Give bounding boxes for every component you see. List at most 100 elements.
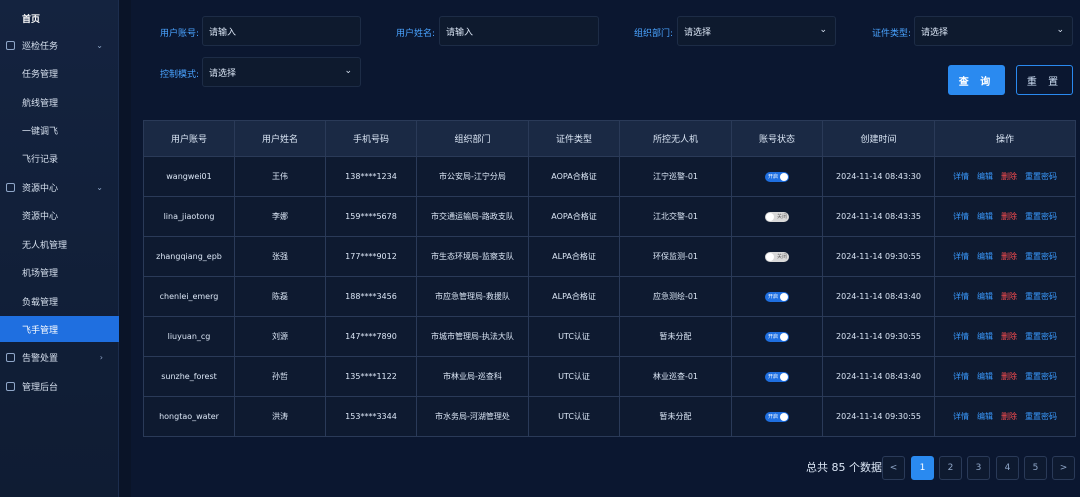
chevron-down-icon: ⌄ [96, 182, 103, 192]
detail-link[interactable]: 详情 [953, 211, 969, 222]
chevron-right-icon: › [99, 352, 103, 362]
chevron-down-icon: ⌄ [96, 40, 103, 50]
reset-password-link[interactable]: 重置密码 [1025, 211, 1057, 222]
cell-drone: 江北交警-01 [619, 196, 732, 237]
sidebar-item-resource-center-sub[interactable]: 资源中心 [0, 202, 119, 228]
sidebar-item-quick-dispatch[interactable]: 一键调飞 [0, 117, 119, 143]
status-toggle[interactable]: 开启 [765, 411, 789, 422]
account-label: 用户账号: [159, 29, 199, 39]
reset-password-link[interactable]: 重置密码 [1025, 331, 1057, 342]
sidebar-item-airport-management[interactable]: 机场管理 [0, 259, 119, 285]
status-toggle-text: 开启 [768, 413, 779, 420]
edit-link[interactable]: 编辑 [977, 211, 993, 222]
sidebar-item-label: 巡检任务 [22, 41, 59, 52]
mode-select[interactable]: 请选择 ⌄ [202, 57, 361, 87]
cell-drone: 江宁巡警-01 [619, 156, 732, 197]
query-button[interactable]: 查 询 [948, 65, 1005, 95]
column-header: 账号状态 [731, 120, 823, 157]
status-toggle[interactable]: 开启 [765, 371, 789, 382]
cell-account: liuyuan_cg [143, 316, 235, 357]
cell-name: 陈磊 [234, 276, 326, 317]
sidebar-item-inspection[interactable]: 巡检任务 ⌄ [0, 32, 119, 58]
sidebar-item-route-management[interactable]: 航线管理 [0, 89, 119, 115]
edit-link[interactable]: 编辑 [977, 291, 993, 302]
sidebar-item-label: 资源中心 [22, 211, 59, 222]
cell-created: 2024-11-14 09:30:55 [822, 396, 935, 437]
reset-password-link[interactable]: 重置密码 [1025, 371, 1057, 382]
cell-created: 2024-11-14 08:43:40 [822, 276, 935, 317]
delete-link[interactable]: 删除 [1001, 251, 1017, 262]
cell-created: 2024-11-14 08:43:40 [822, 356, 935, 397]
cert-select-value: 请选择 [921, 27, 949, 38]
reset-password-link[interactable]: 重置密码 [1025, 291, 1057, 302]
delete-link[interactable]: 删除 [1001, 411, 1017, 422]
sidebar-item-home[interactable]: 首页 [0, 5, 119, 31]
page-button-2[interactable]: 2 [939, 456, 962, 480]
reset-button[interactable]: 重 置 [1016, 65, 1073, 95]
page-button-4[interactable]: 4 [996, 456, 1019, 480]
sidebar-item-label: 资源中心 [22, 183, 59, 194]
cell-actions: 详情 编辑 删除 重置密码 [934, 316, 1076, 357]
reset-password-link[interactable]: 重置密码 [1025, 411, 1057, 422]
account-input[interactable]: 请输入 [202, 16, 361, 46]
reset-password-link[interactable]: 重置密码 [1025, 171, 1057, 182]
status-toggle[interactable]: 开启 [765, 171, 789, 182]
sidebar-item-pilot-management[interactable]: 飞手管理 [0, 316, 119, 342]
sidebar-item-flight-records[interactable]: 飞行记录 [0, 145, 119, 171]
detail-link[interactable]: 详情 [953, 291, 969, 302]
detail-link[interactable]: 详情 [953, 251, 969, 262]
cell-status: 开启 [731, 356, 823, 397]
sidebar-item-label: 首页 [22, 14, 41, 25]
org-select[interactable]: 请选择 ⌄ [677, 16, 836, 46]
cell-org: 市生态环境局-监察支队 [416, 236, 529, 277]
sidebar-item-resource-center[interactable]: 资源中心 ⌄ [0, 174, 119, 200]
edit-link[interactable]: 编辑 [977, 251, 993, 262]
delete-link[interactable]: 删除 [1001, 211, 1017, 222]
cell-status: 开启 [731, 276, 823, 317]
sidebar-item-drone-management[interactable]: 无人机管理 [0, 231, 119, 257]
task-icon [6, 40, 15, 50]
cell-cert: UTC认证 [528, 356, 620, 397]
status-toggle[interactable]: 关闭 [765, 251, 789, 262]
page-button-3[interactable]: 3 [967, 456, 990, 480]
edit-link[interactable]: 编辑 [977, 171, 993, 182]
page-button-5[interactable]: 5 [1024, 456, 1047, 480]
delete-link[interactable]: 删除 [1001, 171, 1017, 182]
sidebar-item-label: 飞手管理 [22, 325, 59, 336]
toggle-knob [766, 212, 774, 221]
reset-password-link[interactable]: 重置密码 [1025, 251, 1057, 262]
detail-link[interactable]: 详情 [953, 411, 969, 422]
cell-status: 关闭 [731, 236, 823, 277]
edit-link[interactable]: 编辑 [977, 411, 993, 422]
delete-link[interactable]: 删除 [1001, 371, 1017, 382]
status-toggle[interactable]: 开启 [765, 291, 789, 302]
prev-page-button[interactable]: < [882, 456, 905, 480]
edit-link[interactable]: 编辑 [977, 371, 993, 382]
detail-link[interactable]: 详情 [953, 371, 969, 382]
status-toggle[interactable]: 关闭 [765, 211, 789, 222]
name-input[interactable]: 请输入 [439, 16, 599, 46]
status-toggle[interactable]: 开启 [765, 331, 789, 342]
sidebar-item-label: 无人机管理 [22, 240, 68, 251]
name-label: 用户姓名: [395, 29, 435, 39]
status-toggle-text: 开启 [768, 173, 779, 180]
sidebar-item-label: 告警处置 [22, 353, 59, 364]
sidebar-item-admin[interactable]: 管理后台 [0, 373, 119, 399]
page-button-1[interactable]: 1 [911, 456, 934, 480]
sidebar-item-alert-handling[interactable]: 告警处置 › [0, 344, 119, 370]
cert-select[interactable]: 请选择 ⌄ [914, 16, 1073, 46]
sidebar-item-task-management[interactable]: 任务管理 [0, 60, 119, 86]
org-label: 组织部门: [633, 29, 673, 39]
chevron-down-icon: ⌄ [1056, 25, 1064, 35]
cell-status: 开启 [731, 316, 823, 357]
sidebar-item-payload-management[interactable]: 负载管理 [0, 288, 119, 314]
delete-link[interactable]: 删除 [1001, 331, 1017, 342]
detail-link[interactable]: 详情 [953, 331, 969, 342]
edit-link[interactable]: 编辑 [977, 331, 993, 342]
detail-link[interactable]: 详情 [953, 171, 969, 182]
cell-drone: 环保监测-01 [619, 236, 732, 277]
sidebar-item-label: 管理后台 [22, 382, 59, 393]
delete-link[interactable]: 删除 [1001, 291, 1017, 302]
next-page-button[interactable]: > [1052, 456, 1075, 480]
status-toggle-text: 开启 [768, 293, 779, 300]
